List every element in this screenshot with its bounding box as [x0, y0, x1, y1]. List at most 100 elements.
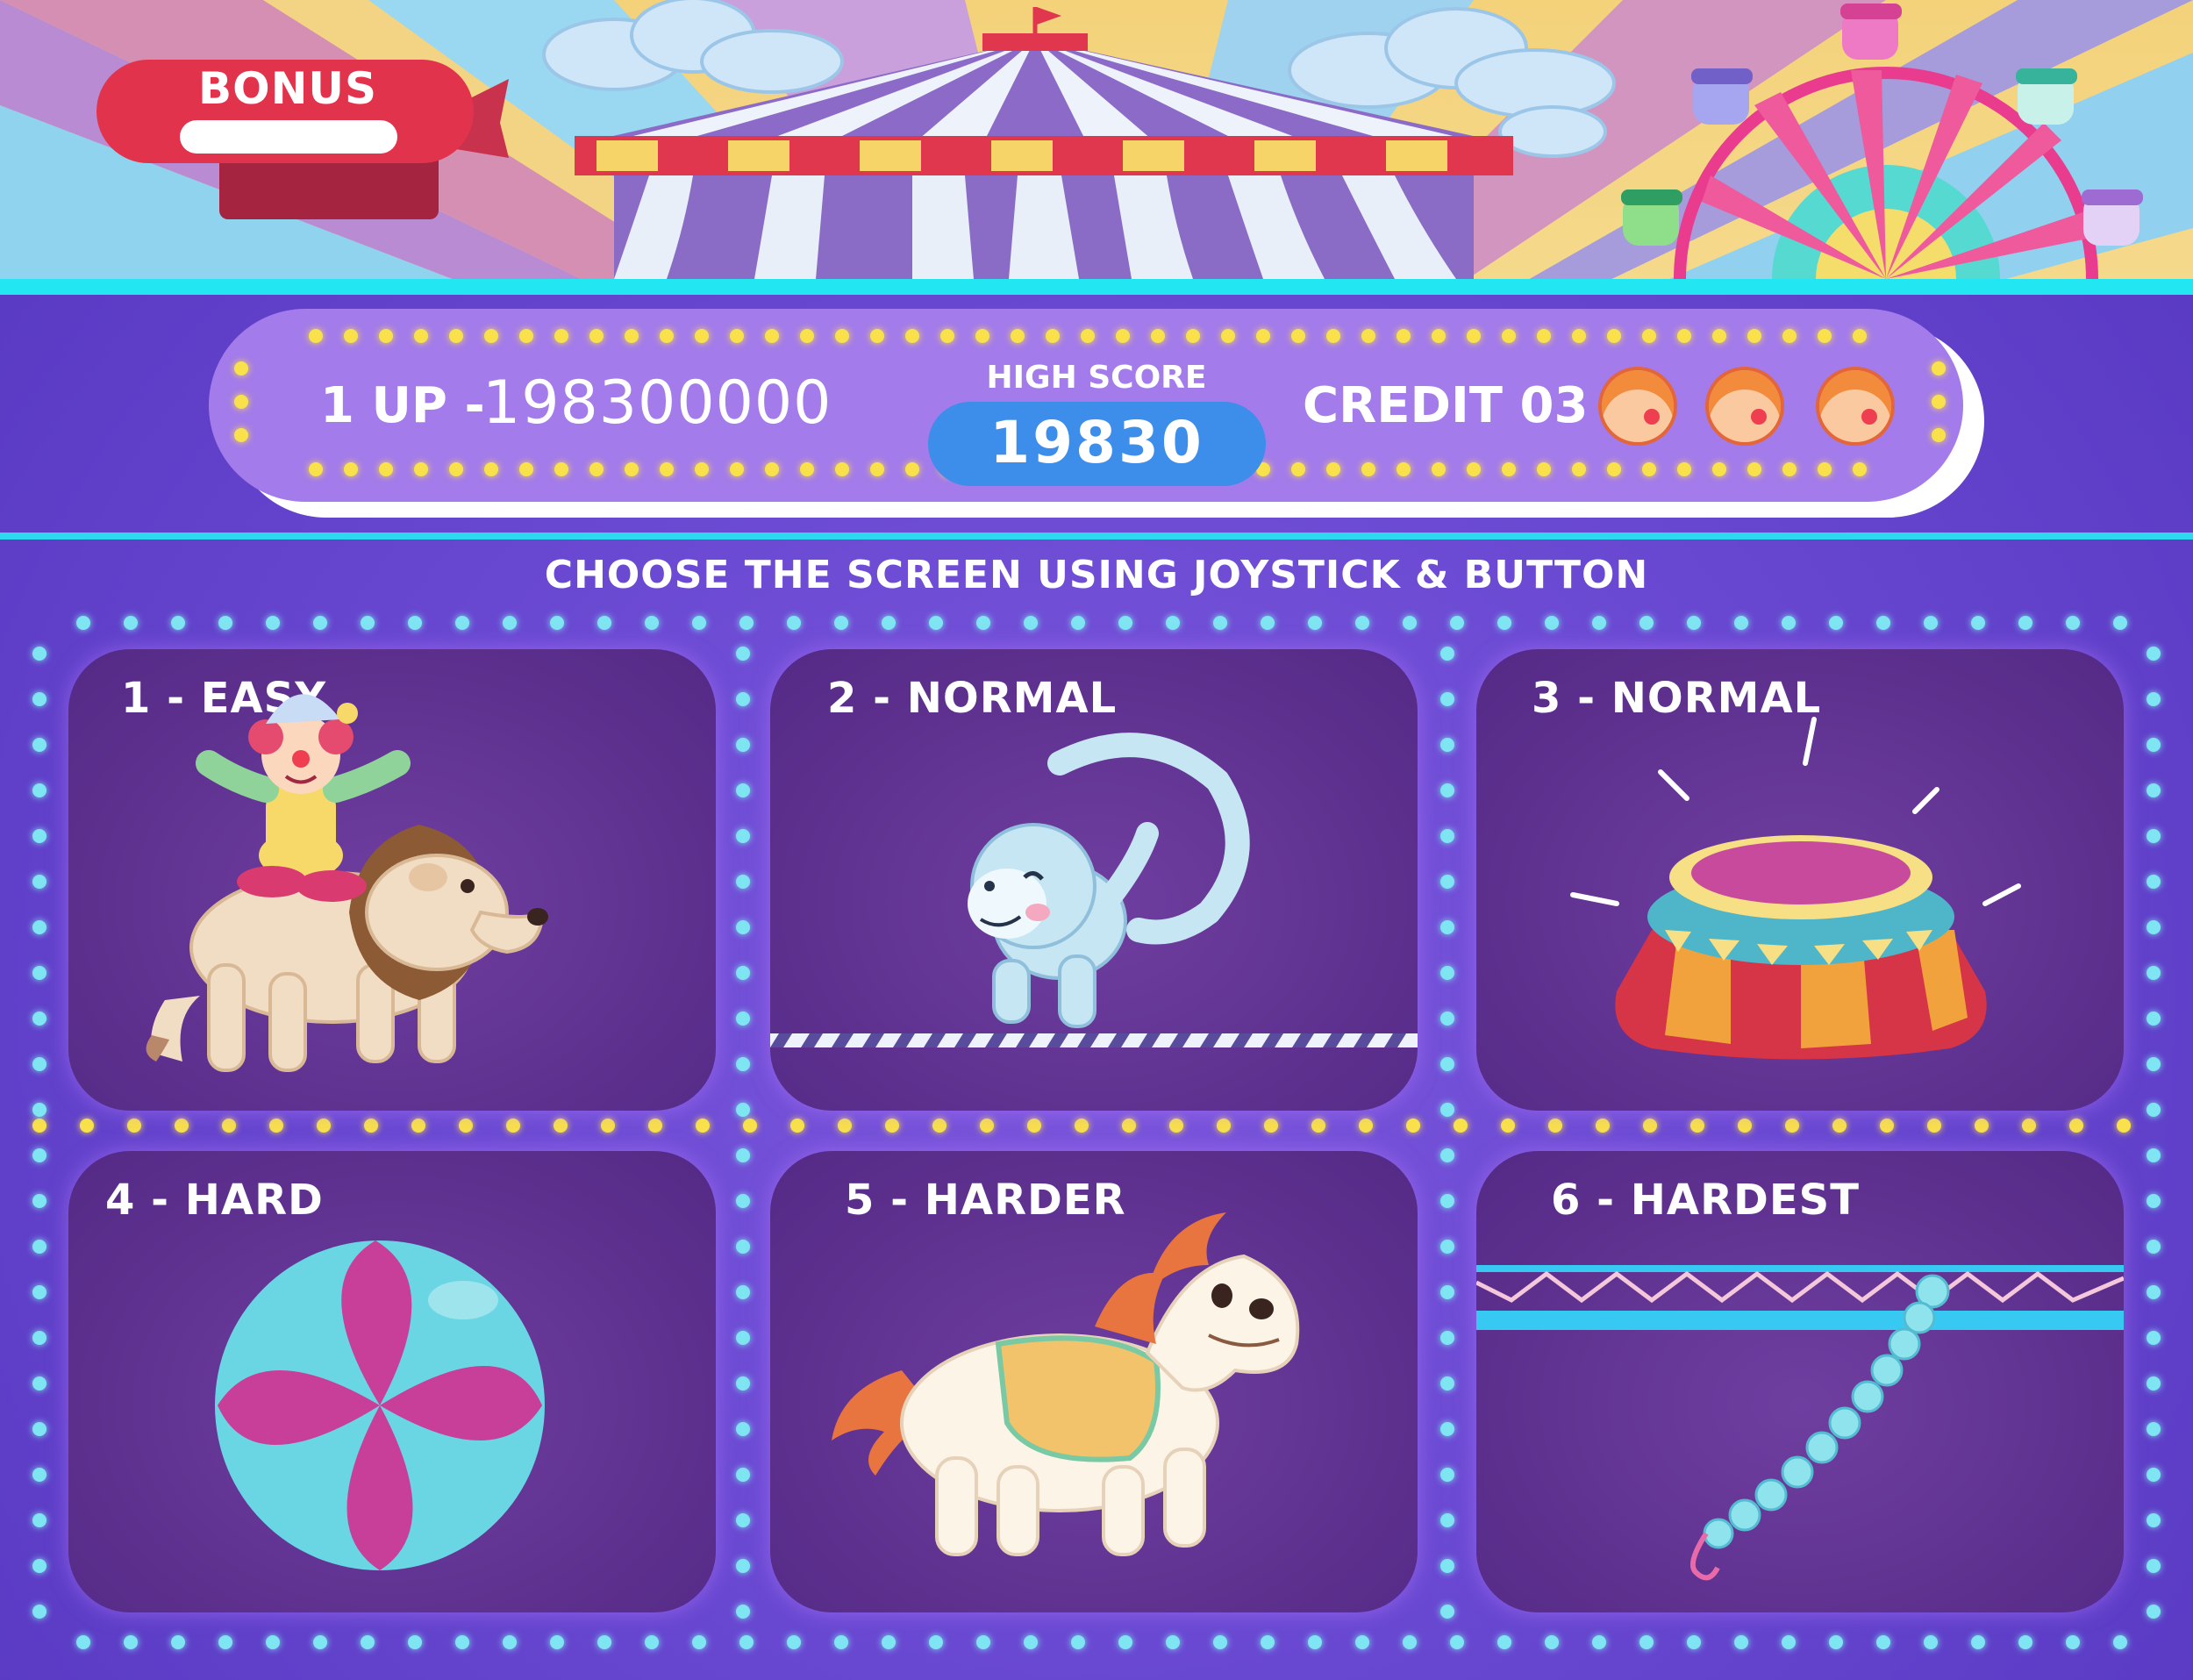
- marquee-light: [1818, 462, 1832, 476]
- marquee-light: [124, 616, 138, 630]
- marquee-light: [736, 647, 750, 661]
- level-card-1[interactable]: 1 - EASY: [68, 649, 716, 1111]
- marquee-light: [1217, 1119, 1231, 1133]
- marquee-light: [519, 462, 533, 476]
- marquee-light: [1151, 329, 1165, 343]
- marquee-light: [932, 1119, 946, 1133]
- marquee-light: [1291, 462, 1305, 476]
- level-card-4[interactable]: 4 - HARD: [68, 1151, 716, 1612]
- marquee-light: [736, 829, 750, 843]
- marquee-light: [1116, 329, 1130, 343]
- player-score: 198300000: [482, 368, 832, 438]
- marquee-light: [1592, 1635, 1606, 1649]
- marquee-light: [1440, 829, 1454, 843]
- marquee-light: [1502, 462, 1516, 476]
- marquee-light: [736, 1468, 750, 1482]
- marquee-light: [1440, 647, 1454, 661]
- marquee-light: [730, 329, 744, 343]
- level-card-5[interactable]: 5 - HARDER: [770, 1151, 1418, 1612]
- clown-face-icon: [1598, 367, 1677, 446]
- marquee-light: [1853, 462, 1867, 476]
- marquee-light: [905, 462, 919, 476]
- marquee-light: [1880, 1119, 1894, 1133]
- marquee-light: [1497, 1635, 1511, 1649]
- marquee-light: [1440, 738, 1454, 752]
- marquee-light: [32, 875, 46, 889]
- game-screen: BONUS 1 UP - 198300000 HIGH SCORE 19830 …: [0, 0, 2193, 1680]
- marquee-light: [32, 1119, 46, 1133]
- marquee-light: [1440, 1012, 1454, 1026]
- level-card-2[interactable]: 2 - NORMAL: [770, 649, 1418, 1111]
- marquee-light: [1734, 616, 1748, 630]
- marquee-light: [1440, 1103, 1454, 1117]
- marquee-light: [2147, 1194, 2161, 1208]
- marquee-light: [1024, 616, 1038, 630]
- marquee-light: [2147, 1103, 2161, 1117]
- marquee-light: [800, 462, 814, 476]
- level-card-3[interactable]: 3 - NORMAL: [1476, 649, 2124, 1111]
- marquee-light: [1359, 1119, 1373, 1133]
- marquee-light: [414, 462, 428, 476]
- marquee-light: [32, 647, 46, 661]
- high-score-label: HIGH SCORE: [986, 360, 1207, 396]
- marquee-light: [76, 616, 90, 630]
- marquee-light: [787, 1635, 801, 1649]
- marquee-light: [32, 1240, 46, 1254]
- marquee-light: [550, 1635, 564, 1649]
- marquee-light: [597, 616, 611, 630]
- marquee-light: [1829, 616, 1843, 630]
- marquee-light: [1971, 1635, 1985, 1649]
- marquee-light: [835, 462, 849, 476]
- marquee-light: [834, 1635, 848, 1649]
- marquee-light: [32, 1285, 46, 1299]
- marquee-light: [414, 329, 428, 343]
- marquee-light: [1607, 329, 1621, 343]
- marquee-light: [790, 1119, 804, 1133]
- marquee-light: [736, 920, 750, 934]
- marquee-light: [765, 329, 779, 343]
- marquee-light: [695, 329, 709, 343]
- marquee-light: [32, 1148, 46, 1162]
- bonus-meter: [180, 120, 397, 154]
- marquee-light: [660, 462, 674, 476]
- marquee-light: [1440, 1422, 1454, 1436]
- marquee-light: [459, 1119, 473, 1133]
- marquee-light: [1572, 329, 1586, 343]
- marquee-light: [484, 329, 498, 343]
- marquee-light: [1440, 1376, 1454, 1390]
- marquee-light: [1876, 616, 1890, 630]
- level-card-6[interactable]: 6 - HARDEST: [1476, 1151, 2124, 1612]
- marquee-light: [1024, 1635, 1038, 1649]
- marquee-light: [1440, 1559, 1454, 1573]
- marquee-light: [218, 616, 232, 630]
- marquee-light: [2147, 738, 2161, 752]
- marquee-light: [736, 1605, 750, 1619]
- marquee-light: [1932, 361, 1946, 375]
- marquee-light: [1440, 1194, 1454, 1208]
- marquee-light: [1264, 1119, 1278, 1133]
- marquee-light: [1747, 329, 1761, 343]
- marquee-light: [127, 1119, 141, 1133]
- marquee-light: [940, 329, 954, 343]
- marquee-light: [1643, 1119, 1657, 1133]
- marquee-light: [222, 1119, 236, 1133]
- marquee-light: [32, 1468, 46, 1482]
- marquee-light: [411, 1119, 425, 1133]
- marquee-light: [1677, 462, 1691, 476]
- marquee-light: [2147, 920, 2161, 934]
- marquee-light: [1639, 1635, 1654, 1649]
- marquee-light: [787, 616, 801, 630]
- marquee-light: [269, 1119, 283, 1133]
- trapeze-rope-icon: [1476, 1265, 2124, 1581]
- marquee-light: [975, 329, 989, 343]
- marquee-light: [379, 329, 393, 343]
- instruction-text: CHOOSE THE SCREEN USING JOYSTICK & BUTTO…: [544, 553, 1649, 597]
- marquee-light: [800, 329, 814, 343]
- marquee-light: [1501, 1119, 1515, 1133]
- marquee-light: [730, 462, 744, 476]
- monkey-tightrope-icon: [770, 733, 1418, 1047]
- marquee-light: [1308, 616, 1322, 630]
- marquee-light: [1927, 1119, 1941, 1133]
- marquee-light: [736, 1148, 750, 1162]
- marquee-light: [1596, 1119, 1610, 1133]
